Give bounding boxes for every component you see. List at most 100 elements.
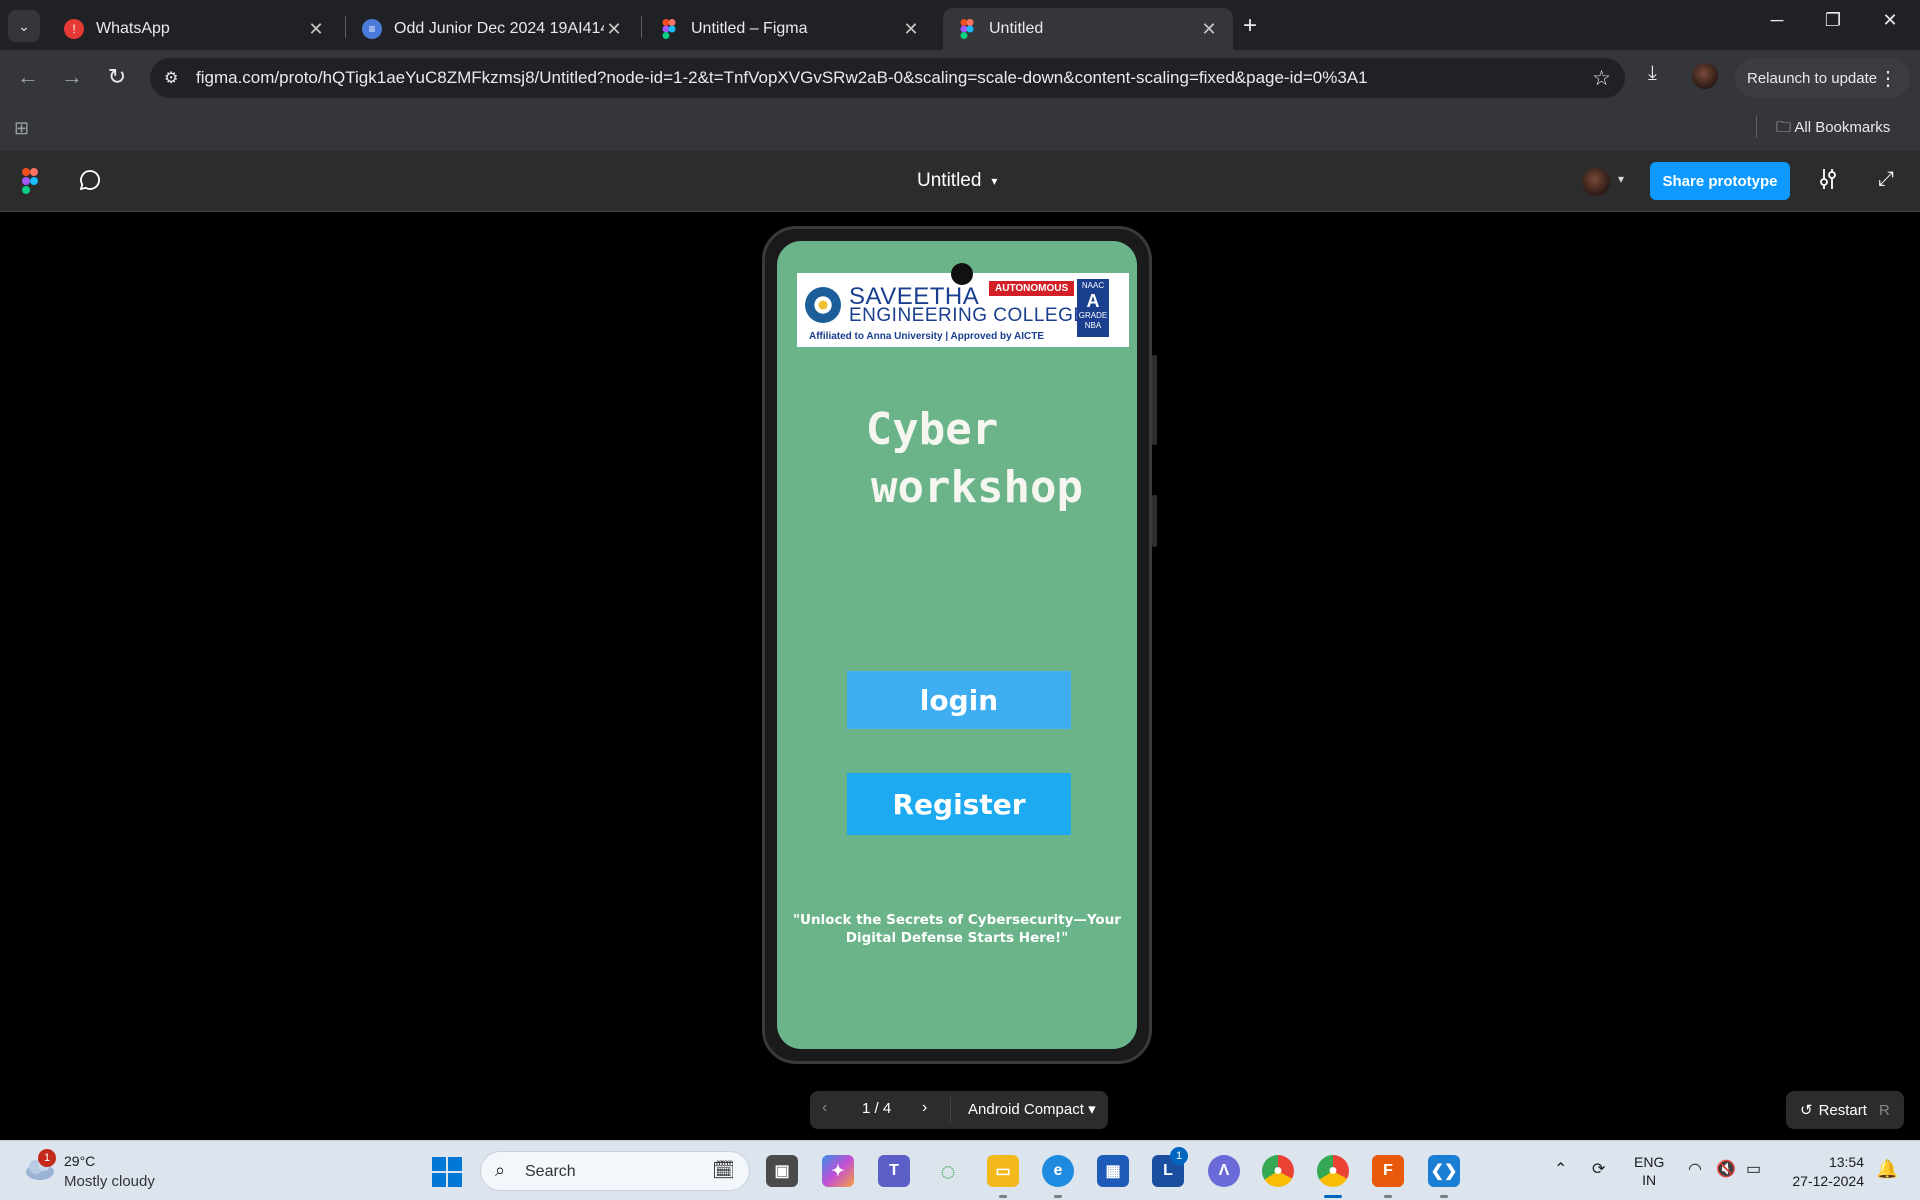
settings-sliders-icon[interactable] [1818, 168, 1838, 196]
back-icon[interactable]: ← [14, 64, 42, 90]
reload-icon[interactable]: ↻ [103, 64, 131, 90]
previous-frame-icon[interactable]: ‹ [822, 1099, 827, 1117]
user-avatar[interactable] [1582, 168, 1610, 196]
chrome-icon[interactable]: ● [1262, 1155, 1294, 1187]
windows-start-icon[interactable] [432, 1157, 462, 1187]
chevron-up-icon[interactable]: ⌃ [1554, 1159, 1567, 1179]
login-button[interactable]: login [847, 671, 1071, 729]
file-title-dropdown[interactable]: Untitled ▾ [917, 170, 997, 192]
tagline: "Unlock the Secrets of Cybersecurity—You… [793, 912, 1121, 946]
search-highlight-icon: 🗓 [712, 1160, 735, 1180]
college-seal-icon [805, 287, 841, 323]
tab-title: Untitled – Figma [691, 20, 808, 37]
tab-divider [345, 16, 346, 38]
frame-counter: 1 / 4 [862, 1100, 892, 1117]
window-close-icon[interactable]: ✕ [1870, 10, 1910, 31]
sync-icon[interactable]: ⟳ [1592, 1159, 1605, 1179]
camera-hole [951, 263, 973, 285]
chevron-down-icon: ▾ [991, 173, 998, 188]
phone-side-button [1152, 355, 1157, 445]
figma-logo-icon[interactable] [22, 168, 38, 194]
device-label: Android Compact [968, 1101, 1084, 1118]
minimize-icon[interactable]: ─ [1757, 10, 1797, 31]
weather-temperature: 29°C [64, 1153, 96, 1169]
tab-untitled-figma[interactable]: Untitled – Figma ✕ [645, 8, 935, 50]
comment-icon[interactable] [78, 168, 102, 198]
task-view-icon[interactable]: ▣ [766, 1155, 798, 1187]
naac-grade: A [1086, 291, 1100, 311]
close-icon[interactable]: ✕ [604, 19, 624, 40]
share-prototype-button[interactable]: Share prototype [1650, 162, 1790, 200]
tab-title: Untitled [989, 20, 1044, 37]
vscode-icon[interactable]: ❮❯ [1428, 1155, 1460, 1187]
all-bookmarks-button[interactable]: 🗀 All Bookmarks [1776, 117, 1890, 142]
register-button[interactable]: Register [847, 773, 1071, 835]
tab-untitled[interactable]: Untitled ✕ [943, 8, 1233, 50]
address-bar[interactable]: ⚙ figma.com/proto/hQTigk1aeYuC8ZMFkzmsj8… [150, 58, 1625, 98]
store-icon[interactable]: ▦ [1097, 1155, 1129, 1187]
chrome-profile-icon[interactable]: ● [1317, 1155, 1349, 1187]
site-settings-icon[interactable]: ⚙ [164, 68, 178, 88]
frame-pager: ‹ 1 / 4 › Android Compact ▾ [810, 1091, 1108, 1129]
fullscreen-icon[interactable]: ⤢ [1878, 168, 1894, 191]
forward-icon[interactable]: → [58, 64, 86, 90]
app-title: Cyber workshop [777, 401, 1137, 517]
restore-icon[interactable]: ❐ [1813, 10, 1853, 31]
autonomous-badge: AUTONOMOUS [989, 281, 1075, 296]
restart-button[interactable]: ↺ Restart R [1786, 1091, 1904, 1129]
chevron-down-icon[interactable]: ▾ [1618, 172, 1624, 186]
copilot-icon[interactable]: ✦ [822, 1155, 854, 1187]
tab-odd-junior[interactable]: ≡ Odd Junior Dec 2024 19AI414 - ✕ [348, 8, 638, 50]
loader-app-icon[interactable]: ◌ [932, 1155, 964, 1187]
app-a-icon[interactable]: Λ [1208, 1155, 1240, 1187]
close-icon[interactable]: ✕ [1199, 19, 1219, 40]
battery-icon[interactable]: ▭ [1746, 1159, 1761, 1179]
browser-toolbar: ← → ↻ ⚙ figma.com/proto/hQTigk1aeYuC8ZMF… [0, 50, 1920, 106]
active-indicator [1324, 1195, 1342, 1198]
clock[interactable]: 13:54 27-12-2024 [1784, 1153, 1864, 1191]
tab-whatsapp[interactable]: ! WhatsApp ✕ [50, 8, 340, 50]
logo-line-2: ENGINEERING COLLEGE [849, 305, 1087, 326]
relaunch-button[interactable]: Relaunch to update ⋮ [1735, 58, 1910, 98]
tab-search-button[interactable]: ⌄ [8, 10, 40, 42]
volume-muted-icon[interactable]: 🔇 [1716, 1159, 1736, 1179]
device-dropdown[interactable]: Android Compact ▾ [968, 1100, 1096, 1118]
figma-favicon-icon [659, 19, 679, 39]
apps-grid-icon[interactable]: ⊞ [14, 118, 29, 139]
file-explorer-icon[interactable]: ▭ [987, 1155, 1019, 1187]
bookmark-star-icon[interactable]: ☆ [1592, 66, 1611, 91]
running-indicator [1440, 1195, 1448, 1198]
new-tab-button[interactable]: + [1243, 12, 1257, 40]
taskbar-search[interactable]: ⌕ Search 🗓 [480, 1151, 750, 1191]
teams-icon[interactable]: T [878, 1155, 910, 1187]
title-line-1: Cyber [865, 404, 999, 455]
logo-line-3: Affiliated to Anna University | Approved… [809, 331, 1045, 342]
lang-line-2: IN [1642, 1172, 1657, 1188]
grade-label: GRADE [1078, 311, 1108, 320]
notification-bell-icon[interactable]: 🔔 [1876, 1159, 1898, 1180]
tab-divider [641, 16, 642, 38]
close-icon[interactable]: ✕ [306, 19, 326, 40]
running-indicator [1054, 1195, 1062, 1198]
weather-description: Mostly cloudy [64, 1173, 155, 1190]
figma-prototype-toolbar: Untitled ▾ ▾ Share prototype ⤢ [0, 150, 1920, 212]
windows-taskbar: 1 29°C Mostly cloudy ⌕ Search 🗓 ▣ ✦ T ◌ … [0, 1140, 1920, 1200]
weather-badge: 1 [38, 1149, 56, 1167]
f-app-icon[interactable]: F [1372, 1155, 1404, 1187]
download-icon[interactable]: ⤓ [1648, 62, 1657, 85]
menu-dots-icon[interactable]: ⋮ [1878, 66, 1898, 91]
clock-date: 27-12-2024 [1792, 1173, 1864, 1189]
pager-divider [950, 1097, 951, 1123]
next-frame-icon[interactable]: › [922, 1099, 927, 1117]
url-text[interactable]: figma.com/proto/hQTigk1aeYuC8ZMFkzmsj8/U… [196, 68, 1368, 88]
running-indicator [999, 1195, 1007, 1198]
profile-avatar[interactable] [1692, 63, 1718, 89]
close-icon[interactable]: ✕ [901, 19, 921, 40]
tab-title: WhatsApp [96, 20, 170, 37]
language-indicator[interactable]: ENG IN [1634, 1153, 1664, 1189]
edge-icon[interactable]: e [1042, 1155, 1074, 1187]
bookmarks-divider [1756, 116, 1757, 138]
chevron-down-icon: ▾ [1088, 1101, 1096, 1118]
restart-icon: ↺ [1800, 1102, 1813, 1119]
wifi-icon[interactable]: ◠ [1688, 1159, 1702, 1179]
